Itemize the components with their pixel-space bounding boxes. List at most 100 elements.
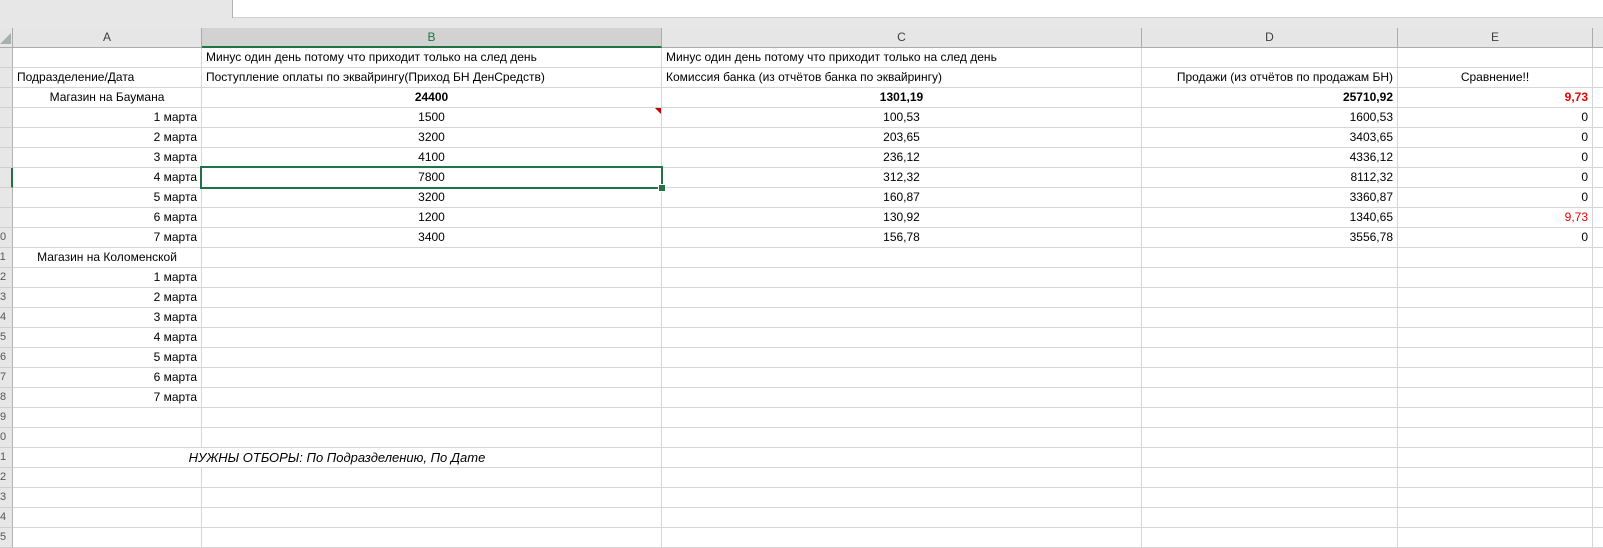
cell-B1[interactable]: Минус один день потому что приходит толь… [202,48,662,68]
cell-C17[interactable] [662,368,1142,388]
cell-B18[interactable] [202,388,662,408]
cell-A16[interactable]: 5 марта [13,348,202,368]
row-header-18[interactable]: 18 [0,388,13,408]
cell-E2[interactable]: Сравнение!! [1398,68,1593,88]
cell-C21[interactable] [662,448,1142,468]
cell-D16[interactable] [1142,348,1398,368]
cell-E23[interactable] [1398,488,1593,508]
cell-C2[interactable]: Комиссия банка (из отчётов банка по эква… [662,68,1142,88]
cell-D19[interactable] [1142,408,1398,428]
cell-B16[interactable] [202,348,662,368]
cell-D20[interactable] [1142,428,1398,448]
cell-F14-sliver[interactable] [1593,308,1603,328]
cell-C4[interactable]: 100,53 [662,108,1142,128]
row-header-7[interactable]: 7 [0,168,13,188]
column-header-D[interactable]: D [1142,28,1398,48]
cell-F6-sliver[interactable] [1593,148,1603,168]
cell-C19[interactable] [662,408,1142,428]
cell-B9[interactable]: 1200 [202,208,662,228]
cell-B13[interactable] [202,288,662,308]
cell-B12[interactable] [202,268,662,288]
cell-C23[interactable] [662,488,1142,508]
cell-A2[interactable]: Подразделение/Дата [13,68,202,88]
cell-F16-sliver[interactable] [1593,348,1603,368]
row-header-3[interactable]: 3 [0,88,13,108]
cell-E10[interactable]: 0 [1398,228,1593,248]
cell-E14[interactable] [1398,308,1593,328]
cell-E21[interactable] [1398,448,1593,468]
cell-F21-sliver[interactable] [1593,448,1603,468]
row-header-22[interactable]: 22 [0,468,13,488]
cell-C12[interactable] [662,268,1142,288]
cell-F17-sliver[interactable] [1593,368,1603,388]
cell-D7[interactable]: 8112,32 [1142,168,1398,188]
cell-E13[interactable] [1398,288,1593,308]
cell-C15[interactable] [662,328,1142,348]
cell-F7-sliver[interactable] [1593,168,1603,188]
cell-F2-sliver[interactable] [1593,68,1603,88]
cell-C18[interactable] [662,388,1142,408]
cell-E1[interactable] [1398,48,1593,68]
cell-C22[interactable] [662,468,1142,488]
row-header-15[interactable]: 15 [0,328,13,348]
cell-A14[interactable]: 3 марта [13,308,202,328]
cell-E15[interactable] [1398,328,1593,348]
cell-F10-sliver[interactable] [1593,228,1603,248]
cell-D1[interactable] [1142,48,1398,68]
cell-F22-sliver[interactable] [1593,468,1603,488]
cell-D24[interactable] [1142,508,1398,528]
cell-F9-sliver[interactable] [1593,208,1603,228]
row-header-9[interactable]: 9 [0,208,13,228]
cell-F1-sliver[interactable] [1593,48,1603,68]
cell-C13[interactable] [662,288,1142,308]
cell-C20[interactable] [662,428,1142,448]
cell-E16[interactable] [1398,348,1593,368]
cell-D17[interactable] [1142,368,1398,388]
cell-B2[interactable]: Поступление оплаты по эквайрингу(Приход … [202,68,662,88]
cell-F15-sliver[interactable] [1593,328,1603,348]
cell-E9[interactable]: 9,73 [1398,208,1593,228]
cell-D10[interactable]: 3556,78 [1142,228,1398,248]
cell-B24[interactable] [202,508,662,528]
row-header-24[interactable]: 24 [0,508,13,528]
cell-D14[interactable] [1142,308,1398,328]
cell-C7[interactable]: 312,32 [662,168,1142,188]
row-header-25[interactable]: 25 [0,528,13,548]
cell-D22[interactable] [1142,468,1398,488]
cell-B4[interactable]: 1500 [202,108,662,128]
column-header-C[interactable]: C [662,28,1142,48]
cell-E25[interactable] [1398,528,1593,548]
cell-E22[interactable] [1398,468,1593,488]
row-header-23[interactable]: 23 [0,488,13,508]
cell-E19[interactable] [1398,408,1593,428]
cell-E18[interactable] [1398,388,1593,408]
cell-E4[interactable]: 0 [1398,108,1593,128]
cell-C5[interactable]: 203,65 [662,128,1142,148]
cell-A24[interactable] [13,508,202,528]
cell-D23[interactable] [1142,488,1398,508]
cell-C11[interactable] [662,248,1142,268]
row-header-5[interactable]: 5 [0,128,13,148]
cell-F8-sliver[interactable] [1593,188,1603,208]
cell-A13[interactable]: 2 марта [13,288,202,308]
cell-C16[interactable] [662,348,1142,368]
cell-E7[interactable]: 0 [1398,168,1593,188]
column-header-A[interactable]: A [13,28,202,48]
cell-D6[interactable]: 4336,12 [1142,148,1398,168]
cell-B6[interactable]: 4100 [202,148,662,168]
cell-C24[interactable] [662,508,1142,528]
cell-E11[interactable] [1398,248,1593,268]
cell-D25[interactable] [1142,528,1398,548]
column-header-B[interactable]: B [202,28,662,48]
cell-A1[interactable] [13,48,202,68]
cell-F12-sliver[interactable] [1593,268,1603,288]
cell-B11[interactable] [202,248,662,268]
cell-C3[interactable]: 1301,19 [662,88,1142,108]
row-header-20[interactable]: 20 [0,428,13,448]
cell-E12[interactable] [1398,268,1593,288]
cell-D12[interactable] [1142,268,1398,288]
cell-C14[interactable] [662,308,1142,328]
cell-B22[interactable] [202,468,662,488]
cell-E5[interactable]: 0 [1398,128,1593,148]
cell-B20[interactable] [202,428,662,448]
